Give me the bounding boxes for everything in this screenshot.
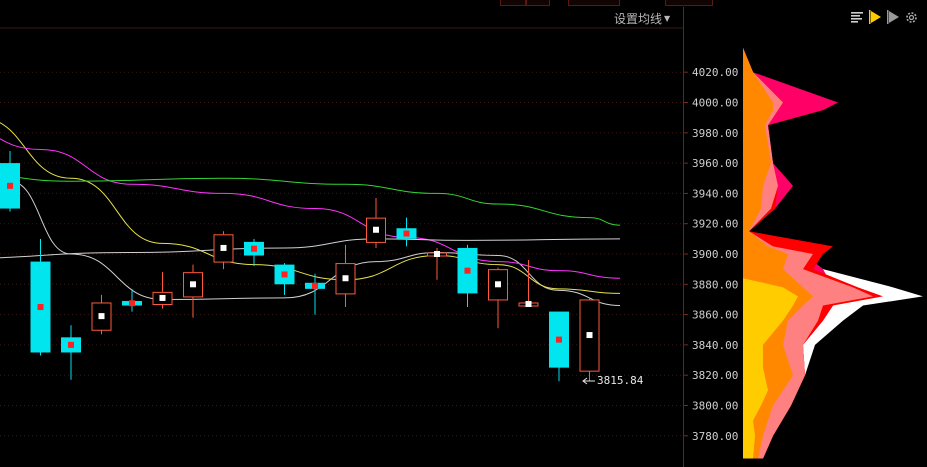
price-axis-label: 3920.00	[692, 218, 738, 231]
ma-line	[0, 122, 621, 294]
candle[interactable]	[213, 231, 234, 270]
candle[interactable]	[61, 325, 81, 380]
price-axis-label: 3940.00	[692, 187, 738, 200]
price-axis-label: 3960.00	[692, 157, 738, 170]
candle[interactable]	[0, 150, 20, 212]
price-axis-label: 3980.00	[692, 127, 738, 140]
candle[interactable]	[152, 272, 173, 309]
price-axis-label: 4020.00	[692, 66, 738, 79]
ma-line	[0, 138, 621, 279]
candle[interactable]	[183, 264, 203, 318]
candle[interactable]	[274, 263, 295, 295]
price-axis-label: 4000.00	[692, 97, 738, 110]
candle[interactable]	[122, 288, 142, 312]
candle[interactable]	[457, 244, 478, 308]
last-price-label: 3815.84	[597, 374, 644, 387]
grid-lines	[0, 27, 683, 437]
price-axis-label: 3860.00	[692, 309, 738, 322]
candle[interactable]	[366, 197, 386, 248]
price-axis-label: 3800.00	[692, 400, 738, 413]
price-axis: 4020.00 4000.00 3980.00 3960.00 3940.00 3920.…	[684, 66, 738, 443]
price-axis-label: 3880.00	[692, 278, 738, 291]
candle[interactable]	[427, 247, 447, 280]
price-axis-label: 3900.00	[692, 248, 738, 261]
last-price-marker: 3815.84	[582, 374, 644, 387]
price-axis-label: 3840.00	[692, 339, 738, 352]
candle[interactable]	[549, 311, 569, 382]
moving-average-lines	[0, 122, 621, 307]
candle[interactable]	[396, 217, 417, 247]
ma-line	[0, 238, 621, 259]
candle[interactable]	[518, 260, 539, 307]
candle[interactable]	[91, 294, 112, 335]
candle[interactable]	[579, 297, 600, 382]
candle[interactable]	[488, 267, 508, 329]
ma-line	[0, 173, 621, 226]
volume-profile	[743, 47, 923, 459]
chart-screen: 设置均线 ▼ 4020.00 4000.00 3980.00 3960.00 3940.0…	[0, 0, 927, 467]
price-axis-label: 3820.00	[692, 369, 738, 382]
candle[interactable]	[244, 238, 264, 267]
price-axis-label: 3780.00	[692, 430, 738, 443]
candlestick-chart[interactable]: 4020.00 4000.00 3980.00 3960.00 3940.00 3920.…	[0, 0, 927, 467]
